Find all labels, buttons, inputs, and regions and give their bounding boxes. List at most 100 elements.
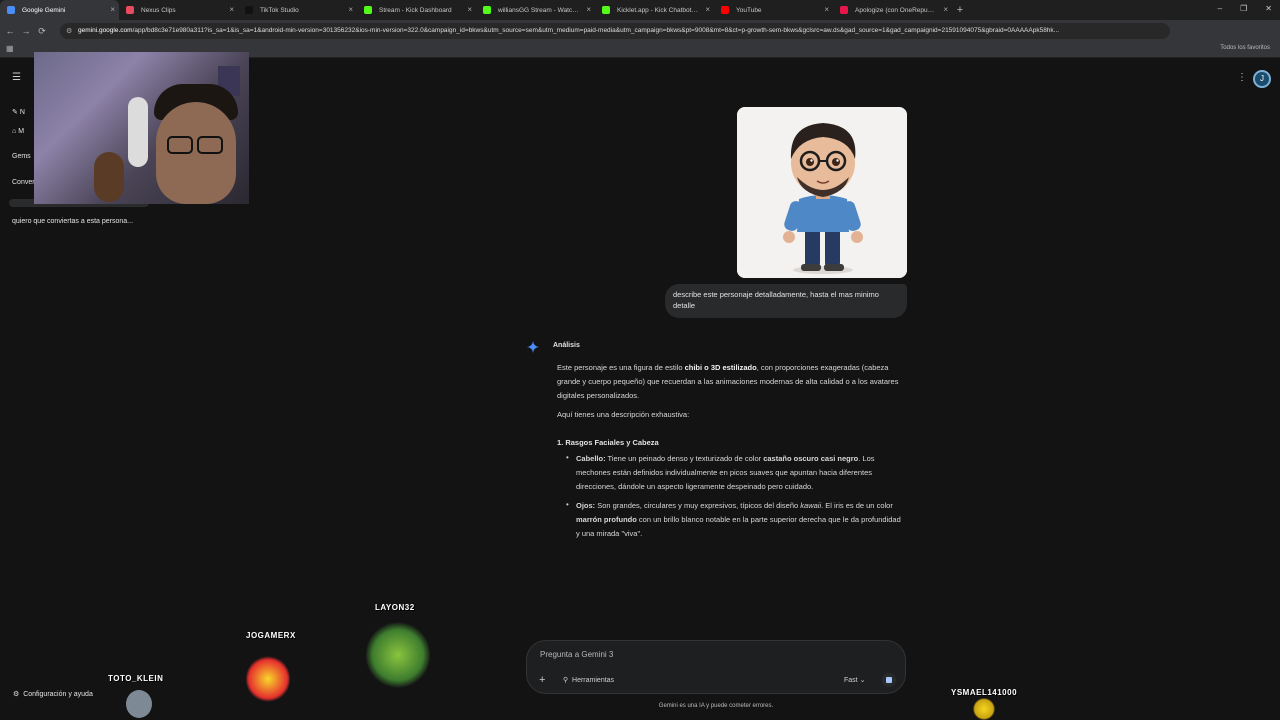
overlay-nick: JOGAMERX <box>246 631 296 640</box>
close-window-icon[interactable]: ✕ <box>1265 4 1272 13</box>
tab-close-icon[interactable]: × <box>348 5 353 14</box>
reload-icon[interactable]: ⟳ <box>36 26 48 37</box>
url-host: gemini.google.com <box>78 27 133 34</box>
browser-tab[interactable]: TikTok Studio × <box>238 0 357 20</box>
tab-title: TikTok Studio <box>260 6 299 14</box>
minimize-icon[interactable]: – <box>1218 4 1222 13</box>
gear-icon: ⚙ <box>13 691 22 698</box>
my-stuff-item[interactable]: ⌂ M <box>12 128 24 135</box>
tab-favicon-icon <box>483 6 491 14</box>
overlay-nick: LAYON32 <box>375 603 415 612</box>
site-info-icon[interactable]: ⚙ <box>66 27 72 35</box>
headphone-shape <box>128 97 148 167</box>
maximize-icon[interactable]: ❐ <box>1240 4 1247 13</box>
tools-icon: ⚲ <box>563 677 571 684</box>
browser-tab[interactable]: YouTube × <box>714 0 833 20</box>
tools-label: Herramientas <box>572 677 615 684</box>
stop-button[interactable] <box>882 673 896 687</box>
browser-tab[interactable]: Apologize (con OneRepublic × <box>833 0 952 20</box>
eyes-bold: marrón profundo <box>576 515 637 524</box>
eyes-list-item: Ojos: Son grandes, circulares y muy expr… <box>576 499 906 541</box>
conversations-heading: Conver <box>12 179 35 186</box>
glasses-left <box>167 136 193 154</box>
account-avatar[interactable]: J <box>1253 70 1271 88</box>
eyes-text-a: Son grandes, circulares y muy expresivos… <box>595 501 801 510</box>
window-controls: – ❐ ✕ <box>1218 4 1272 13</box>
apps-grid-icon[interactable]: ▦ <box>6 44 14 53</box>
settings-label: Configuración y ayuda <box>23 691 93 698</box>
pokemon-sprite <box>366 622 430 688</box>
tab-title: Kicklet.app - Kick Chatbot and <box>617 6 699 14</box>
tab-close-icon[interactable]: × <box>586 5 591 14</box>
tab-close-icon[interactable]: × <box>229 5 234 14</box>
edit-icon: ✎ <box>12 109 20 116</box>
bullet-dot: • <box>566 453 569 462</box>
pokemon-sprite <box>973 698 995 720</box>
back-icon[interactable]: ← <box>4 26 16 36</box>
overlay-nick: YSMAEL141000 <box>951 688 1018 697</box>
uploaded-image[interactable] <box>737 107 907 278</box>
settings-item[interactable]: ⚙ Configuración y ayuda <box>13 690 93 698</box>
browser-tab[interactable]: Google Gemini × <box>0 0 119 20</box>
bullet-dot: • <box>566 500 569 509</box>
lead-paragraph: Aquí tienes una descripción exhaustiva: <box>557 410 690 419</box>
tab-favicon-icon <box>840 6 848 14</box>
tab-title: Stream - Kick Dashboard <box>379 6 452 14</box>
more-options-icon[interactable]: ⋮ <box>1237 72 1247 83</box>
mode-label: Fast <box>844 677 858 684</box>
tab-close-icon[interactable]: × <box>824 5 829 14</box>
recent-chat-item[interactable]: quiero que conviertas a esta persona... <box>12 218 133 225</box>
model-mode-select[interactable]: Fast ⌄ <box>844 676 865 684</box>
tab-title: Google Gemini <box>22 6 66 14</box>
browser-tab[interactable]: williansGG Stream - Watch Live × <box>476 0 595 20</box>
tab-favicon-icon <box>245 6 253 14</box>
overlay-nick: TOTO_KLEIN <box>108 674 164 683</box>
tab-title: Apologize (con OneRepublic <box>855 6 937 14</box>
user-message-bubble: describe este personaje detalladamente, … <box>665 284 907 318</box>
glasses-right <box>197 136 223 154</box>
browser-tab[interactable]: Kicklet.app - Kick Chatbot and × <box>595 0 714 20</box>
pokemon-sprite <box>246 656 290 702</box>
hair-bold: castaño oscuro casi negro <box>763 454 859 463</box>
disclaimer-text: Gemini es una IA y puede cometer errores… <box>658 703 774 709</box>
browser-tab[interactable]: Nexus Clips × <box>119 0 238 20</box>
forward-icon[interactable]: → <box>20 26 32 36</box>
tab-bar: Google Gemini × Nexus Clips × TikTok Studio ×… <box>0 0 1280 20</box>
tab-close-icon[interactable]: × <box>705 5 710 14</box>
new-tab-button[interactable]: + <box>952 4 968 16</box>
intro-text-a: Este personaje es una figura de estilo <box>557 363 685 372</box>
hair-label: Cabello: <box>576 454 606 463</box>
tab-title: YouTube <box>736 6 762 14</box>
tab-favicon-icon <box>721 6 729 14</box>
address-bar-row: ← → ⟳ ⚙ gemini.google.com/app/bd8c3e71e9… <box>0 20 1280 54</box>
my-stuff-label: M <box>18 128 25 135</box>
tab-close-icon[interactable]: × <box>467 5 472 14</box>
tab-close-icon[interactable]: × <box>943 5 948 14</box>
tab-favicon-icon <box>126 6 134 14</box>
new-chat-item[interactable]: ✎ N <box>12 108 25 116</box>
tab-title: Nexus Clips <box>141 6 176 14</box>
url-path: /app/bd8c3e71e980a311?is_sa=1&is_sa=1&an… <box>132 27 1060 34</box>
tab-title: williansGG Stream - Watch Live <box>498 6 580 14</box>
hair-text-a: Tiene un peinado denso y texturizado de … <box>605 454 764 463</box>
tab-favicon-icon <box>602 6 610 14</box>
eyes-text-b: . El iris es de un color <box>821 501 893 510</box>
browser-tab[interactable]: Stream - Kick Dashboard × <box>357 0 476 20</box>
all-bookmarks-folder[interactable]: Todos los favoritos <box>1220 45 1270 51</box>
prompt-input[interactable]: Pregunta a Gemini 3 <box>540 650 613 659</box>
url-field[interactable]: ⚙ gemini.google.com/app/bd8c3e71e980a311… <box>60 23 1170 39</box>
section-heading: 1. Rasgos Faciales y Cabeza <box>557 438 659 447</box>
analysis-label: Análisis <box>553 342 580 349</box>
tab-close-icon[interactable]: × <box>110 5 115 14</box>
eyes-italic: kawaii <box>800 501 822 510</box>
add-attachment-icon[interactable]: + <box>539 674 545 686</box>
new-chat-label: N <box>19 109 25 116</box>
eyes-label: Ojos: <box>576 501 596 510</box>
prompt-composer[interactable]: Pregunta a Gemini 3 + ⚲ Herramientas Fas… <box>526 640 906 694</box>
character-illustration <box>737 107 907 278</box>
gemini-spark-icon <box>526 340 540 354</box>
gems-item[interactable]: Gems <box>12 153 31 160</box>
chevron-down-icon: ⌄ <box>859 677 866 684</box>
menu-hamburger-icon[interactable]: ☰ <box>12 72 21 83</box>
tools-button[interactable]: ⚲ Herramientas <box>563 676 614 684</box>
